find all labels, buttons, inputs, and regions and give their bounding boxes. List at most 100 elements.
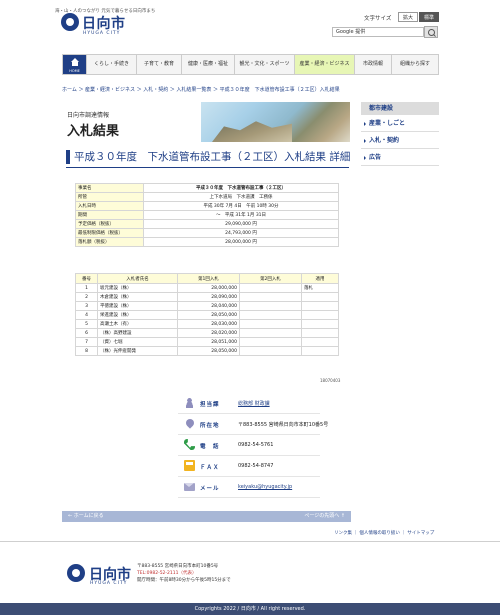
- bid-round1: 28,051,000: [177, 337, 240, 347]
- table-row: 5 高瀬土木（有） 28,030,000: [75, 319, 339, 329]
- contact-label: ＦＡＸ: [200, 465, 220, 471]
- sidebar-item-urban[interactable]: 都市建設: [361, 102, 439, 115]
- info-value: 28,000,000 円: [143, 237, 339, 247]
- footer-logo-sub: HYUGA CITY: [90, 581, 128, 586]
- global-nav: HOME くらし・手続き 子育て・教育 健康・医療・福祉 観光・文化・スポーツ …: [62, 54, 439, 75]
- bid-no: 2: [75, 292, 98, 302]
- site-logo-text[interactable]: 日向市: [82, 13, 126, 33]
- bid-note: [301, 346, 339, 356]
- bid-round2: [239, 292, 302, 302]
- fax-value: 0982-54-8747: [238, 463, 274, 469]
- table-row: 6 （株）高野建設 28,020,000: [75, 328, 339, 338]
- info-key: 期間: [75, 210, 144, 220]
- mail-icon: [184, 483, 195, 491]
- footer-hours: 開庁時間：午前8時30分から午後5時15分まで: [137, 578, 231, 583]
- bid-results-table: 番号 入札者氏名 第1回入札 第2回入札 適用 1 坂元建設（株） 28,000,0…: [75, 273, 339, 356]
- col-header-no: 番号: [75, 273, 98, 284]
- contact-label: 所在地: [200, 423, 220, 429]
- search-input[interactable]: Google 提供: [332, 27, 424, 37]
- footer-logo-icon: [67, 564, 85, 582]
- city-logo-icon[interactable]: [61, 13, 79, 31]
- bid-name: 栄進建設（株）: [97, 310, 178, 320]
- nav-item-organization[interactable]: 組織から探す: [392, 55, 438, 74]
- home-icon: [71, 58, 79, 66]
- table-row: 所管 上下水道局 下水道課 工務係: [75, 192, 339, 202]
- page-title: 平成３０年度 下水道管布設工事（２工区）入札結果 詳細: [66, 150, 350, 164]
- footer-divider: [0, 541, 500, 542]
- search-icon[interactable]: [424, 26, 438, 38]
- table-row: 8 （株）光伸産開発 28,050,000: [75, 346, 339, 356]
- bid-round2: [239, 346, 302, 356]
- bid-name: 平徳建設（株）: [97, 301, 178, 311]
- bid-round1: 28,050,000: [177, 310, 240, 320]
- project-info-table: 事業名 平成３０年度 下水道管布設工事（２工区） 所管 上下水道局 下水道課 工務係…: [75, 183, 339, 247]
- nav-item-tourism[interactable]: 観光・文化・スポーツ: [235, 55, 295, 74]
- pin-icon: [184, 417, 196, 429]
- breadcrumb[interactable]: ホーム ＞ 産業・経済・ビジネス ＞ 入札・契約 ＞ 入札結果一覧表 ＞ 平成３…: [62, 86, 442, 93]
- contact-row-department: 担当課 総務部 財政課: [178, 393, 320, 414]
- info-key: 最低制限価格（税抜）: [75, 228, 144, 238]
- font-size-standard-button[interactable]: 標準: [419, 12, 439, 22]
- font-size-large-button[interactable]: 拡大: [398, 12, 418, 22]
- back-to-home-link[interactable]: ← ホームに戻る: [68, 511, 104, 522]
- bid-name: （資）七堀: [97, 337, 178, 347]
- info-value: 上下水道局 下水道課 工務係: [143, 192, 339, 202]
- title-divider: [66, 167, 349, 168]
- department-link[interactable]: 総務部 財政課: [238, 400, 270, 407]
- bid-name: （株）光伸産開発: [97, 346, 178, 356]
- info-value: 29,090,000 円: [143, 219, 339, 229]
- bid-note: [301, 301, 339, 311]
- bid-no: 7: [75, 337, 98, 347]
- table-header-row: 番号 入札者氏名 第1回入札 第2回入札 適用: [75, 273, 339, 284]
- nav-item-city-info[interactable]: 市政情報: [355, 55, 392, 74]
- bid-round2: [239, 310, 302, 320]
- sidebar-item-industry[interactable]: 産業・しごと: [361, 115, 439, 132]
- nav-item-life[interactable]: くらし・手続き: [87, 55, 137, 74]
- table-row: 最低制限価格（税抜） 24,793,000 円: [75, 228, 339, 238]
- bid-name: 高瀬土木（有）: [97, 319, 178, 329]
- bid-round1: 28,040,000: [177, 301, 240, 311]
- bid-round1: 28,020,000: [177, 328, 240, 338]
- sidebar: 都市建設 産業・しごと 入札・契約 広告: [361, 102, 439, 166]
- contact-row-phone: 電 話 0982-54-5761: [178, 435, 320, 456]
- info-key: 落札額（税抜）: [75, 237, 144, 247]
- bid-round2: [239, 319, 302, 329]
- bid-no: 6: [75, 328, 98, 338]
- col-header-round2: 第2回入札: [239, 273, 302, 284]
- page-top-link[interactable]: ページの先頭へ ↑: [304, 511, 345, 522]
- info-key: 入札日時: [75, 201, 144, 211]
- nav-item-health[interactable]: 健康・医療・福祉: [182, 55, 235, 74]
- contact-row-address: 所在地 〒883-8555 宮崎県日向市本町10番5号: [178, 414, 328, 435]
- contact-label: 担当課: [200, 402, 220, 408]
- col-header-round1: 第1回入札: [177, 273, 240, 284]
- contact-row-mail: メール keiyaku@hyugacity.jp: [178, 477, 320, 498]
- fax-icon: [184, 460, 195, 471]
- footer-links[interactable]: リンク集 ｜ 個人情報の取り扱い ｜ サイトマップ: [334, 530, 434, 536]
- table-row: 7 （資）七堀 28,051,000: [75, 337, 339, 347]
- nav-item-industry[interactable]: 産業・経済・ビジネス: [295, 55, 355, 74]
- nav-item-education[interactable]: 子育て・教育: [137, 55, 182, 74]
- sidebar-item-ads[interactable]: 広告: [361, 149, 439, 166]
- bid-no: 1: [75, 283, 98, 293]
- phone-icon: [184, 439, 195, 450]
- bid-note: [301, 319, 339, 329]
- banner-title: 入札結果: [67, 124, 120, 139]
- contact-row-fax: ＦＡＸ 0982-54-8747: [178, 456, 320, 477]
- email-link[interactable]: keiyaku@hyugacity.jp: [238, 484, 292, 490]
- info-key: 事業名: [75, 183, 144, 193]
- bid-name: 木倉建設（株）: [97, 292, 178, 302]
- table-row: 4 栄進建設（株） 28,050,000: [75, 310, 339, 320]
- person-icon: [184, 397, 195, 408]
- footer-tel: TEL:0982-52-2111（代表）: [137, 571, 197, 576]
- footer-address: 〒883-8555 宮崎県日向市本町10番5号: [137, 564, 219, 569]
- sidebar-item-bidding[interactable]: 入札・契約: [361, 132, 439, 149]
- info-value: 平成３０年度 下水道管布設工事（２工区）: [143, 183, 339, 193]
- bid-name: （株）高野建設: [97, 328, 178, 338]
- table-row: 入札日時 平成 30年 7月 4日 午前 10時 30分: [75, 201, 339, 211]
- bid-no: 3: [75, 301, 98, 311]
- nav-home-button[interactable]: HOME: [63, 55, 87, 74]
- contact-label: メール: [200, 486, 220, 492]
- bid-round1: 28,000,000: [177, 283, 240, 293]
- bid-no: 5: [75, 319, 98, 329]
- col-header-bidder: 入札者氏名: [97, 273, 178, 284]
